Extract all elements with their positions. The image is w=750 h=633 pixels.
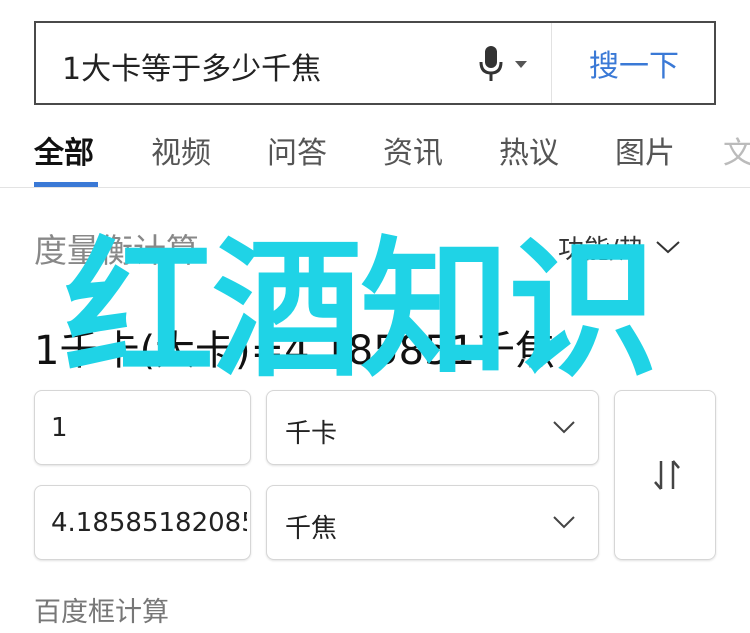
- conversion-result: 1千卡(大卡)=4.185851千焦: [34, 328, 556, 374]
- tab-all[interactable]: 全部: [34, 128, 94, 172]
- tab-overflow[interactable]: 文: [723, 128, 750, 172]
- feature-label: 功能/热: [558, 234, 645, 265]
- chevron-down-icon: [656, 241, 680, 254]
- to-value-input[interactable]: 4.18585182085: [34, 485, 251, 560]
- from-unit-select[interactable]: 千卡: [266, 390, 599, 465]
- feature-selector[interactable]: 功能/热: [558, 230, 681, 265]
- to-unit-label: 千焦: [285, 514, 338, 544]
- swap-units-button[interactable]: [614, 390, 716, 560]
- to-unit-select[interactable]: 千焦: [266, 485, 599, 560]
- search-input[interactable]: 1大卡等于多少千焦: [62, 44, 321, 88]
- tab-trending[interactable]: 热议: [499, 128, 559, 172]
- search-button[interactable]: 搜一下: [552, 23, 716, 103]
- calculator-title: 度量衡计算: [34, 231, 199, 270]
- microphone-icon[interactable]: [477, 43, 529, 83]
- tab-news[interactable]: 资讯: [383, 128, 443, 172]
- tab-video[interactable]: 视频: [151, 128, 211, 172]
- footer-label: 百度框计算: [34, 597, 169, 628]
- tab-bar: 全部 视频 问答 资讯 热议 图片 文: [0, 118, 750, 188]
- search-box[interactable]: 1大卡等于多少千焦 搜一下: [34, 21, 716, 105]
- tab-images[interactable]: 图片: [615, 128, 675, 172]
- to-value-text: 4.18585182085: [51, 508, 247, 538]
- swap-arrows-icon: [654, 460, 680, 490]
- chevron-down-icon: [553, 421, 575, 434]
- tab-qa[interactable]: 问答: [267, 128, 327, 172]
- from-value-text: 1: [51, 413, 68, 443]
- from-unit-label: 千卡: [285, 419, 338, 449]
- chevron-down-icon: [515, 61, 527, 68]
- chevron-down-icon: [553, 516, 575, 529]
- active-tab-indicator: [34, 182, 98, 187]
- from-value-input[interactable]: 1: [34, 390, 251, 465]
